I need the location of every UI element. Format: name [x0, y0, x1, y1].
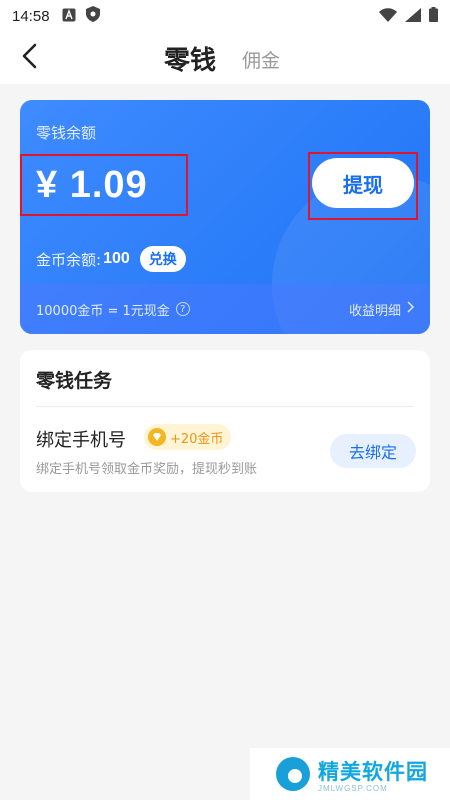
- withdraw-button[interactable]: 提现: [312, 158, 414, 208]
- task-name: 绑定手机号: [36, 430, 126, 451]
- wifi-icon: [379, 7, 397, 26]
- status-bar: 14:58: [0, 0, 450, 32]
- coin-balance-row: 金币余额: 100 兑换: [36, 246, 186, 272]
- tab-change[interactable]: 零钱: [164, 40, 216, 77]
- divider: [36, 406, 414, 407]
- earnings-detail-link[interactable]: 收益明细: [348, 300, 415, 319]
- bind-phone-button[interactable]: 去绑定: [330, 434, 416, 468]
- balance-label: 零钱余额: [36, 124, 97, 142]
- back-button[interactable]: [14, 42, 44, 74]
- battery-icon: [429, 6, 438, 26]
- chevron-right-icon: [407, 301, 415, 317]
- balance-amount: ¥ 1.09: [36, 164, 148, 206]
- signal-icon: [405, 7, 421, 26]
- balance-card: 零钱余额 ¥ 1.09 提现 金币余额: 100 兑换 10000金币 = 1元…: [20, 100, 430, 334]
- status-time: 14:58: [12, 7, 50, 25]
- coin-icon: [148, 428, 166, 446]
- a-box-icon: [62, 7, 76, 26]
- reward-text: +20金币: [170, 431, 224, 447]
- watermark-logo-icon: [276, 757, 310, 791]
- coin-balance-value: 100: [103, 250, 130, 267]
- card-footer: 10000金币 = 1元现金 ? 收益明细: [20, 284, 430, 334]
- back-arrow-icon: [21, 43, 37, 73]
- shield-icon: [85, 6, 100, 26]
- task-section-title: 零钱任务: [36, 370, 113, 392]
- earnings-detail-label: 收益明细: [348, 303, 401, 319]
- tab-commission[interactable]: 佣金: [242, 46, 280, 73]
- watermark-domain: JMLWGSP.COM: [318, 783, 388, 793]
- watermark: 精美软件园 JMLWGSP.COM: [250, 748, 450, 800]
- task-card: 零钱任务 绑定手机号 +20金币 绑定手机号领取金币奖励，提现秒到账 去绑定: [20, 350, 430, 492]
- help-icon[interactable]: ?: [175, 302, 190, 316]
- task-description: 绑定手机号领取金币奖励，提现秒到账: [36, 462, 258, 477]
- page-header: 零钱 佣金: [0, 32, 450, 84]
- exchange-rate-text: 10000金币 = 1元现金: [36, 303, 170, 319]
- exchange-button[interactable]: 兑换: [139, 246, 186, 272]
- reward-badge: +20金币: [144, 424, 232, 450]
- coin-balance-label: 金币余额:: [36, 250, 102, 269]
- watermark-name: 精美软件园: [318, 759, 428, 784]
